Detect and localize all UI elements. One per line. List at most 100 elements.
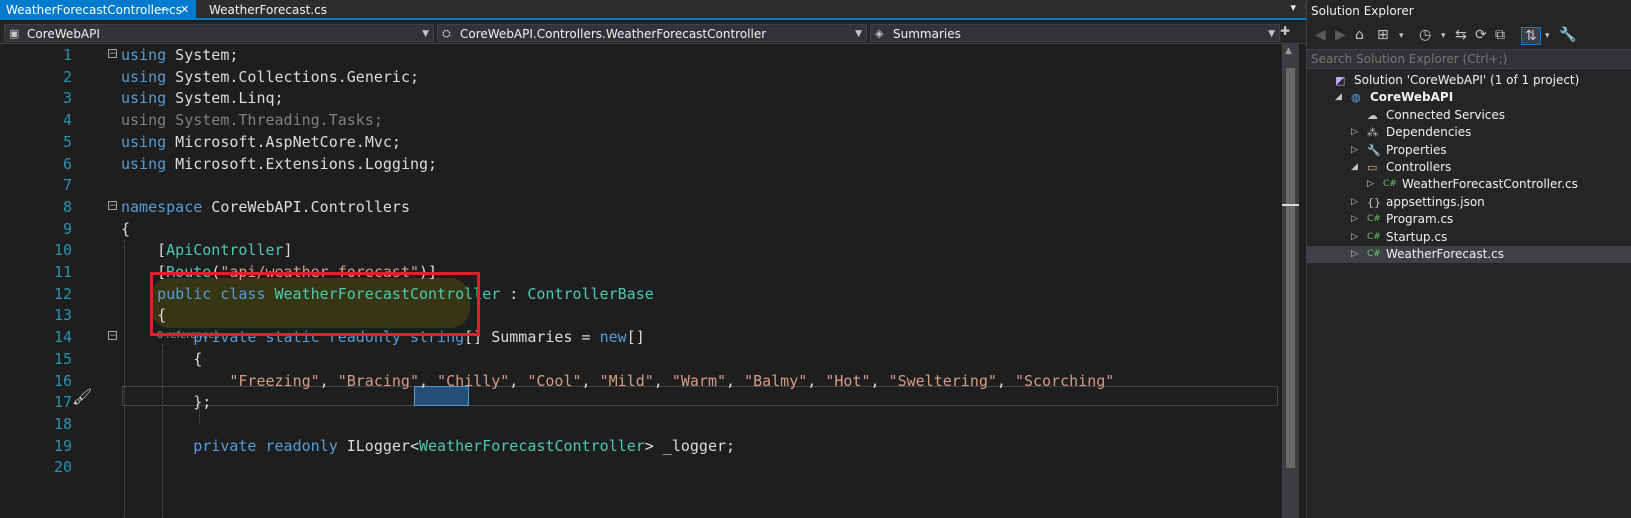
csharp-file-icon: C#: [1367, 249, 1381, 259]
class-dropdown[interactable]: ⛭ CoreWebAPI.Controllers.WeatherForecast…: [437, 24, 867, 42]
collapsed-arrow-icon[interactable]: ▷: [1351, 229, 1358, 246]
line-number: 4: [62, 111, 72, 130]
code-token: WeatherForecastController: [418, 436, 645, 455]
search-input[interactable]: [1311, 51, 1621, 67]
switch-views-icon[interactable]: ⊞: [1377, 27, 1389, 43]
member-dropdown[interactable]: ◈ Summaries ▼: [870, 24, 1280, 42]
collapsed-arrow-icon[interactable]: ▷: [1351, 211, 1358, 228]
pin-icon[interactable]: ⊸: [160, 0, 169, 20]
collapse-region-icon[interactable]: −: [108, 49, 117, 59]
refresh-icon[interactable]: ⟳: [1475, 27, 1487, 43]
tab-overflow-icon[interactable]: ▾: [1290, 1, 1296, 14]
code-line[interactable]: 3 using System.Linq;: [0, 87, 1280, 109]
track-active-item-icon[interactable]: ⇅: [1521, 27, 1541, 45]
tree-item[interactable]: ▷ ⁂ Dependencies: [1307, 124, 1631, 141]
field-icon: ◈: [875, 27, 884, 40]
code-line[interactable]: 15 {: [0, 348, 1280, 370]
collapsed-arrow-icon[interactable]: ▷: [1351, 124, 1358, 141]
chevron-down-icon[interactable]: ▾: [1441, 31, 1446, 41]
code-line[interactable]: 18: [0, 413, 1280, 435]
code-line[interactable]: 20: [0, 456, 1280, 478]
code-token: using: [121, 67, 167, 86]
chevron-down-icon[interactable]: ▾: [1545, 31, 1550, 41]
code-token: ,: [509, 371, 528, 390]
tree-item[interactable]: ◢ ▭ Controllers: [1307, 159, 1631, 176]
vertical-scrollbar[interactable]: ▲: [1282, 44, 1299, 518]
tree-item[interactable]: ◢ ◍ CoreWebAPI: [1307, 89, 1631, 106]
expanded-arrow-icon[interactable]: ◢: [1351, 159, 1358, 176]
scrollbar-caret-marker: [1282, 204, 1299, 206]
line-number: 5: [62, 132, 72, 151]
code-token: "Freezing": [229, 371, 320, 390]
back-icon[interactable]: ◀: [1315, 27, 1326, 43]
expanded-arrow-icon[interactable]: ◢: [1335, 89, 1342, 106]
line-number: 2: [62, 67, 72, 86]
collapse-all-icon[interactable]: ⧉: [1495, 27, 1505, 43]
split-window-icon[interactable]: ✚: [1280, 24, 1290, 38]
chevron-down-icon: ▼: [422, 29, 429, 39]
line-number: 19: [53, 436, 72, 455]
tree-item[interactable]: ◩ Solution 'CoreWebAPI' (1 of 1 project): [1307, 72, 1631, 89]
code-token: private readonly: [121, 436, 347, 455]
collapsed-arrow-icon[interactable]: ▷: [1367, 176, 1374, 193]
code-token: "Sweltering": [888, 371, 997, 390]
code-line[interactable]: 9{: [0, 218, 1280, 240]
scroll-up-icon[interactable]: ▲: [1285, 46, 1292, 56]
member-dropdown-value: Summaries: [893, 27, 961, 41]
code-token: ,: [996, 371, 1015, 390]
collapsed-arrow-icon[interactable]: ▷: [1351, 142, 1358, 159]
collapsed-arrow-icon[interactable]: ▷: [1351, 246, 1358, 263]
tree-item[interactable]: ▷ C# WeatherForecast.cs: [1307, 246, 1631, 263]
code-token: Microsoft.AspNetCore.Mvc;: [166, 132, 401, 151]
code-token: "Hot": [825, 371, 871, 390]
properties-wrench-icon[interactable]: 🔧: [1559, 27, 1576, 43]
code-token: "Chilly": [437, 371, 510, 390]
code-token: System;: [166, 46, 239, 64]
code-line[interactable]: 1 − using System;: [0, 44, 1280, 66]
code-line[interactable]: 16 "Freezing", "Bracing", "Chilly", "Coo…: [0, 370, 1280, 392]
collapse-region-icon[interactable]: −: [108, 331, 117, 341]
code-token: namespace: [121, 197, 203, 216]
code-token: [: [121, 241, 167, 260]
close-icon[interactable]: ✕: [180, 0, 189, 20]
tree-item-label: Connected Services: [1386, 107, 1506, 122]
chevron-down-icon[interactable]: ▾: [1399, 31, 1404, 41]
tab-weatherforecastcontroller[interactable]: WeatherForecastController.cs ⊸ ✕: [0, 0, 196, 20]
code-line[interactable]: 2 using System.Collections.Generic;: [0, 66, 1280, 88]
tree-item[interactable]: ▷ 🔧 Properties: [1307, 142, 1631, 159]
code-line[interactable]: 6 using Microsoft.Extensions.Logging;: [0, 153, 1280, 175]
class-icon: ⛭: [442, 27, 451, 40]
tree-item[interactable]: ▷ C# Startup.cs: [1307, 229, 1631, 246]
tree-item[interactable]: ▷ C# WeatherForecastController.cs: [1307, 176, 1631, 193]
code-line[interactable]: 10 [ApiController]: [0, 239, 1280, 261]
tree-item[interactable]: ▷ {} appsettings.json: [1307, 194, 1631, 211]
solution-explorer-panel: Solution Explorer ◀ ▶ ⌂ ⊞ ▾ ◷ ▾ ⇆ ⟳ ⧉ ⇅ …: [1306, 0, 1631, 518]
code-line[interactable]: 8 − namespace CoreWebAPI.Controllers: [0, 196, 1280, 218]
code-line[interactable]: 4 using System.Threading.Tasks;: [0, 109, 1280, 131]
code-token: ApiController: [166, 241, 284, 260]
home-icon[interactable]: ⌂: [1355, 27, 1364, 43]
tab-weatherforecast[interactable]: WeatherForecast.cs: [203, 0, 333, 20]
solution-explorer-search[interactable]: [1307, 49, 1631, 69]
forward-icon[interactable]: ▶: [1335, 27, 1346, 43]
collapsed-arrow-icon[interactable]: ▷: [1351, 194, 1358, 211]
code-line[interactable]: 19 private readonly ILogger < WeatherForec…: [0, 435, 1280, 457]
scrollbar-thumb[interactable]: [1286, 68, 1295, 468]
collapse-region-icon[interactable]: −: [108, 200, 117, 210]
tab-label: WeatherForecastController.cs: [6, 3, 182, 17]
code-token: using: [121, 132, 167, 151]
code-line[interactable]: 5 using Microsoft.AspNetCore.Mvc;: [0, 131, 1280, 153]
code-token: };: [121, 393, 212, 412]
code-line[interactable]: 7: [0, 174, 1280, 196]
code-text-area[interactable]: 0 references 🖌 1− using System; 2 using Sys…: [0, 44, 1280, 518]
code-line[interactable]: 17 };: [0, 391, 1280, 413]
project-dropdown[interactable]: ▣ CoreWebAPI ▼: [4, 24, 434, 42]
csharp-file-icon: C#: [1367, 231, 1381, 242]
code-editor-pane[interactable]: WeatherForecastController.cs ⊸ ✕ Weather…: [0, 0, 1350, 518]
sync-icon[interactable]: ⇆: [1455, 27, 1467, 43]
tree-item[interactable]: ▷ C# Program.cs: [1307, 211, 1631, 228]
tree-item[interactable]: ☁ Connected Services: [1307, 107, 1631, 124]
code-token: []: [626, 328, 645, 347]
pending-changes-icon[interactable]: ◷: [1419, 27, 1431, 43]
solution-icon: ◩: [1335, 74, 1346, 87]
